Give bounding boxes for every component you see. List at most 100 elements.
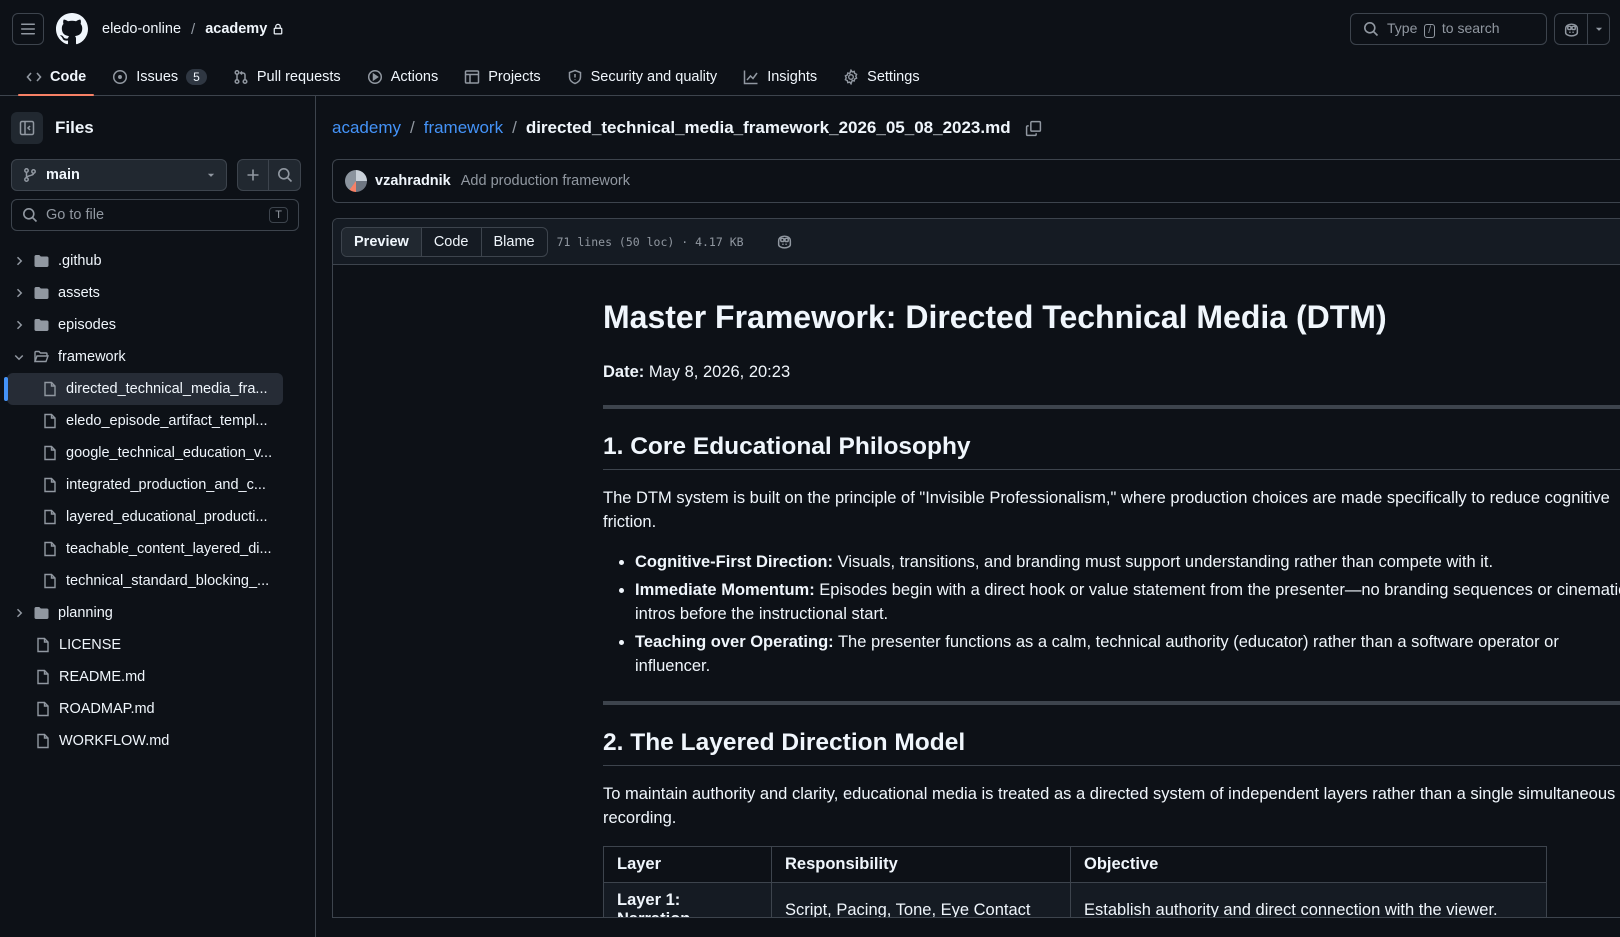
tree-file-readme[interactable]: README.md	[0, 661, 315, 693]
search-placeholder: Type / to search	[1387, 20, 1500, 38]
tree-item-label: teachable_content_layered_di...	[66, 541, 272, 557]
tree-file-directed-technical-media[interactable]: directed_technical_media_fra...	[4, 373, 283, 405]
branch-icon	[24, 168, 36, 182]
tab-actions[interactable]: Actions	[357, 58, 449, 95]
tab-settings[interactable]: Settings	[833, 58, 929, 95]
chevron-down-icon[interactable]	[11, 351, 27, 363]
tab-preview[interactable]: Preview	[342, 227, 422, 256]
go-to-file-placeholder: Go to file	[46, 207, 105, 223]
paragraph: The DTM system is built on the principle…	[603, 489, 1610, 531]
tab-pull-requests-label: Pull requests	[256, 68, 341, 85]
tree-folder-episodes[interactable]: episodes	[0, 309, 315, 341]
tree-item-label: integrated_production_and_c...	[66, 477, 266, 493]
table-cell: Layer 1: Narration	[603, 882, 772, 917]
tree-file-license[interactable]: LICENSE	[0, 629, 315, 661]
tree-item-label: README.md	[59, 669, 146, 685]
tab-blame[interactable]: Blame	[482, 228, 547, 256]
section-heading: 2. The Layered Direction Model	[603, 729, 1620, 766]
tree-item-label: WORKFLOW.md	[59, 733, 170, 749]
tab-insights-label: Insights	[767, 68, 818, 85]
table-header-cell: Responsibility	[771, 846, 1071, 883]
tree-file-eledo-episode-artifact[interactable]: eledo_episode_artifact_templ...	[0, 405, 315, 437]
tree-folder-assets[interactable]: assets	[0, 277, 315, 309]
tree-file-workflow[interactable]: WORKFLOW.md	[0, 725, 315, 757]
tab-code[interactable]: Code	[16, 58, 96, 96]
files-title: Files	[55, 118, 94, 137]
add-file-button[interactable]	[237, 159, 269, 191]
tab-insights[interactable]: Insights	[733, 58, 827, 95]
copilot-button-group	[1554, 13, 1610, 45]
tree-item-label: eledo_episode_artifact_templ...	[66, 413, 268, 429]
commit-author[interactable]: vzahradnik	[375, 173, 451, 189]
copilot-dropdown-button[interactable]	[1587, 14, 1609, 44]
copilot-button[interactable]	[1555, 14, 1587, 44]
github-logo-icon[interactable]	[56, 13, 88, 45]
tree-file-layered-educational[interactable]: layered_educational_producti...	[0, 501, 315, 533]
tab-projects[interactable]: Projects	[454, 58, 550, 95]
ask-copilot-button[interactable]	[776, 233, 793, 250]
chevron-right-icon[interactable]	[11, 319, 27, 331]
tree-item-label: planning	[58, 605, 113, 621]
file-icon	[44, 541, 56, 557]
menu-button[interactable]	[12, 13, 44, 45]
collapse-sidebar-button[interactable]	[11, 112, 43, 144]
file-viewer-header: Preview Code Blame 71 lines (50 loc) · 4…	[333, 219, 1620, 265]
code-icon	[26, 71, 42, 82]
go-to-file-shortcut: T	[269, 207, 288, 223]
tab-code-view[interactable]: Code	[422, 227, 482, 256]
tree-file-roadmap[interactable]: ROADMAP.md	[0, 693, 315, 725]
chevron-right-icon[interactable]	[11, 607, 27, 619]
tree-file-technical-standard[interactable]: technical_standard_blocking_...	[0, 565, 315, 597]
tree-file-teachable-content[interactable]: teachable_content_layered_di...	[0, 533, 315, 565]
file-icon	[37, 701, 49, 717]
tab-issues-label: Issues	[136, 68, 179, 85]
file-icon	[37, 637, 49, 653]
folder-icon	[34, 607, 49, 619]
triangle-down-icon	[1595, 27, 1602, 31]
repo-name: academy	[205, 21, 268, 37]
file-info: 71 lines (50 loc) · 4.17 KB	[556, 234, 744, 249]
gear-icon	[844, 68, 858, 85]
tree-file-integrated-production[interactable]: integrated_production_and_c...	[0, 469, 315, 501]
horizontal-rule	[603, 405, 1620, 409]
tab-issues[interactable]: Issues 5	[102, 58, 217, 95]
global-search-button[interactable]: Type / to search	[1350, 13, 1547, 45]
tree-folder-planning[interactable]: planning	[0, 597, 315, 629]
graph-icon	[743, 70, 758, 84]
copy-path-button[interactable]	[1025, 120, 1042, 137]
table-cell: Script, Pacing, Tone, Eye Contact	[771, 882, 1071, 917]
tree-folder-framework[interactable]: framework	[0, 341, 315, 373]
tree-file-google-technical-education[interactable]: google_technical_education_v...	[0, 437, 315, 469]
path-folder-link[interactable]: framework	[424, 118, 503, 138]
file-path-breadcrumb: academy / framework / directed_technical…	[332, 112, 1620, 144]
branch-name: main	[46, 167, 80, 183]
tree-item-label: framework	[58, 349, 126, 365]
tab-pull-requests[interactable]: Pull requests	[223, 58, 351, 95]
copy-icon	[1025, 120, 1041, 136]
breadcrumb-separator: /	[191, 20, 196, 38]
tree-item-label: layered_educational_producti...	[66, 509, 268, 525]
file-icon	[44, 509, 56, 525]
branch-selector[interactable]: main	[11, 159, 227, 191]
avatar[interactable]	[345, 170, 367, 192]
issue-icon	[113, 69, 128, 84]
paragraph: To maintain authority and clarity, educa…	[603, 785, 1616, 827]
repo-link[interactable]: academy	[205, 21, 284, 37]
file-viewer: Preview Code Blame 71 lines (50 loc) · 4…	[332, 218, 1620, 918]
tab-security[interactable]: Security and quality	[557, 58, 728, 95]
folder-icon	[34, 319, 49, 331]
view-mode-toggle: Preview Code Blame	[341, 226, 548, 257]
search-files-button[interactable]	[269, 159, 301, 191]
path-root-link[interactable]: academy	[332, 118, 401, 138]
latest-commit-box: vzahradnik Add production framework	[332, 159, 1620, 203]
owner-link[interactable]: eledo-online	[102, 21, 181, 37]
go-to-file-input[interactable]: Go to file T	[11, 199, 299, 231]
tab-projects-label: Projects	[488, 68, 541, 85]
file-icon	[44, 573, 56, 589]
tree-folder-github[interactable]: .github	[0, 245, 315, 277]
commit-message[interactable]: Add production framework	[461, 173, 630, 189]
chevron-right-icon[interactable]	[11, 255, 27, 267]
triangle-down-icon	[207, 173, 215, 177]
play-icon	[367, 69, 382, 84]
chevron-right-icon[interactable]	[11, 287, 27, 299]
